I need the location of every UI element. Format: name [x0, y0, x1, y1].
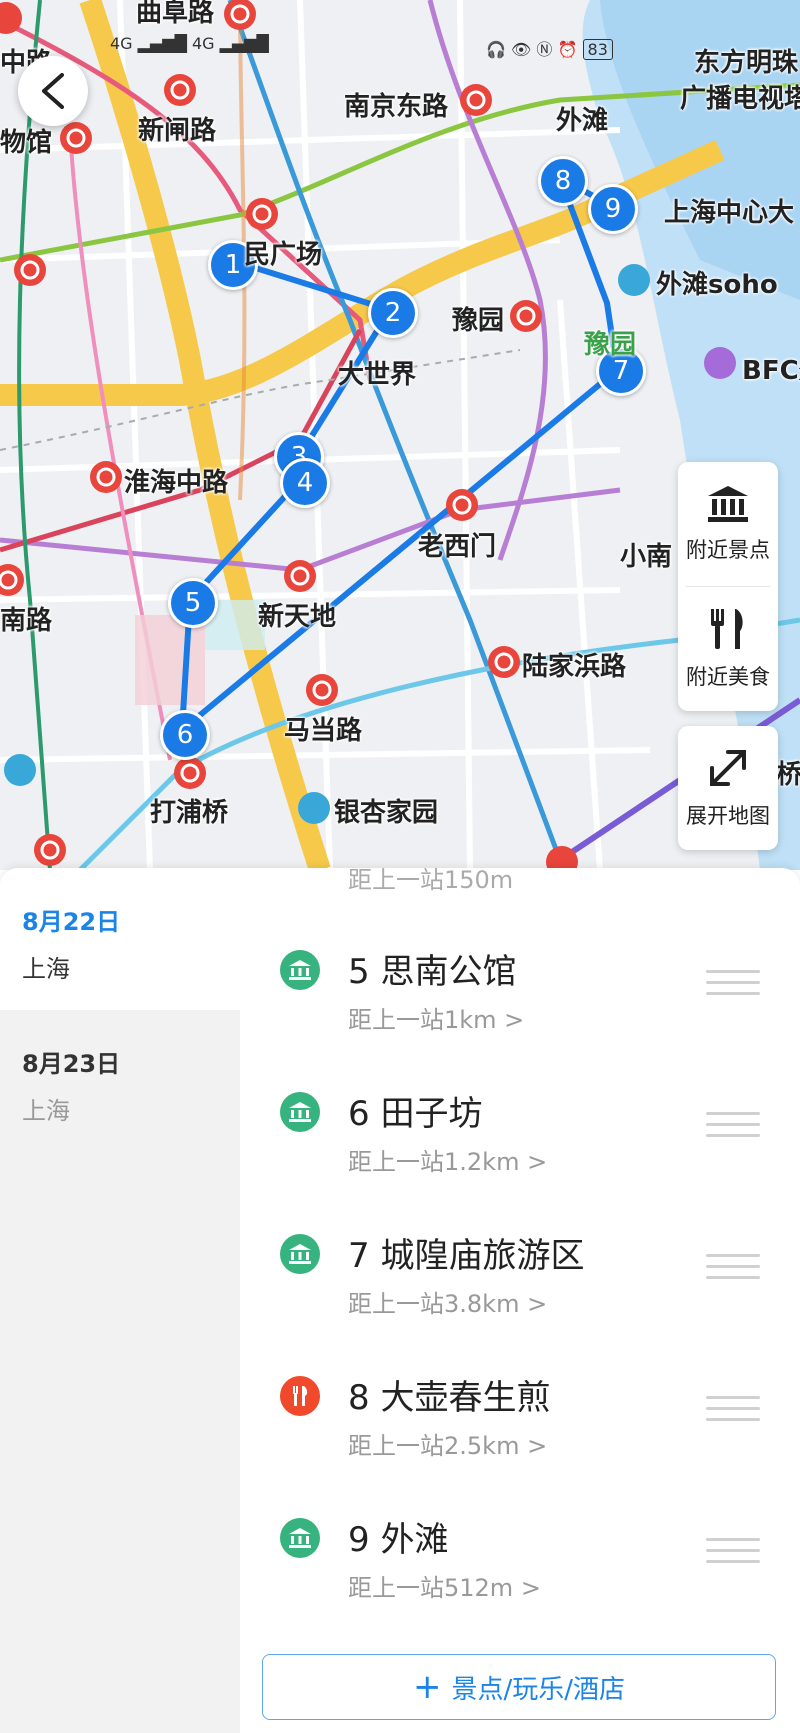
map-label: 东方明珠	[694, 48, 799, 78]
nearby-food-button[interactable]: 附近美食	[678, 587, 778, 711]
route-marker-4[interactable]: 4	[280, 458, 330, 508]
drag-handle-icon[interactable]	[706, 1112, 760, 1145]
list-item[interactable]: 9 外滩 距上一站512m >	[240, 1506, 800, 1648]
expand-map-label: 展开地图	[686, 804, 770, 828]
map-label: BFC外	[742, 356, 800, 386]
drag-handle-icon[interactable]	[706, 1538, 760, 1571]
stop-name: 9 外滩	[348, 1520, 449, 1560]
map-label: 陆家浜路	[522, 652, 627, 682]
map-label: 银杏家园	[334, 798, 439, 828]
map-label: 物馆	[0, 128, 53, 158]
stop-name: 8 大壶春生煎	[348, 1378, 551, 1418]
map-label: 豫园	[584, 330, 637, 360]
map-label: 新闸路	[138, 116, 217, 146]
nearby-sights-label: 附近景点	[686, 538, 770, 562]
fork-knife-icon	[711, 609, 743, 649]
restaurant-icon	[280, 1376, 320, 1416]
map-label: 打浦桥	[150, 798, 229, 828]
map-label: 外滩	[556, 106, 609, 136]
nearby-food-label: 附近美食	[686, 665, 770, 689]
map-label: 小南	[620, 542, 673, 572]
route-map[interactable]: 1 2 3 4 5 6 7 8 9 .mk { width:44px; heig…	[0, 0, 800, 870]
stop-distance[interactable]: 距上一站512m >	[348, 1568, 541, 1603]
status-icons: 🎧 👁 Ⓝ ⏰ 83	[486, 36, 613, 60]
stop-name: 5 思南公馆	[348, 952, 517, 992]
map-label: 豫园	[452, 306, 505, 336]
day-tab-1[interactable]: 8月22日 上海	[0, 868, 240, 1010]
map-label: 广播电视塔	[680, 84, 800, 114]
stop-distance[interactable]: 距上一站2.5km >	[348, 1426, 547, 1461]
stop-distance[interactable]: 距上一站1.2km >	[348, 1142, 547, 1177]
landmark-icon	[280, 1234, 320, 1274]
list-item[interactable]: 8 大壶春生煎 距上一站2.5km >	[240, 1364, 800, 1506]
map-label: 曲阜路	[136, 0, 215, 28]
route-marker-9[interactable]: 9	[588, 184, 638, 234]
landmark-icon	[280, 1518, 320, 1558]
itinerary-panel: 8月22日 上海 8月23日 上海 距上一站150m 5 思南公馆 距上一站1k…	[0, 868, 800, 1733]
route-marker-5[interactable]: 5	[168, 578, 218, 628]
add-place-button[interactable]: + 景点/玩乐/酒店	[262, 1654, 776, 1720]
stop-distance[interactable]: 距上一站3.8km >	[348, 1284, 547, 1319]
map-label: 老西门	[418, 532, 497, 562]
stop-list: 距上一站150m 5 思南公馆 距上一站1km > 6 田子坊 距上一站1.2k…	[240, 868, 800, 1733]
map-label: 桥	[776, 760, 800, 790]
status-signal: 4G ▂▄▆█ 4G ▂▄▆█	[110, 34, 269, 53]
map-label: 民广场	[244, 240, 323, 270]
landmark-icon	[280, 950, 320, 990]
stop-distance[interactable]: 距上一站1km >	[348, 1000, 524, 1035]
stop-name: 6 田子坊	[348, 1094, 483, 1134]
nearby-card: 附近景点 附近美食	[678, 462, 778, 711]
plus-icon: +	[412, 1667, 442, 1707]
route-marker-8[interactable]: 8	[538, 156, 588, 206]
map-label: 新天地	[258, 602, 337, 632]
drag-handle-icon[interactable]	[706, 970, 760, 1003]
previous-distance[interactable]: 距上一站150m	[348, 868, 513, 895]
day-tab-2[interactable]: 8月23日 上海	[0, 1010, 240, 1152]
route-marker-6[interactable]: 6	[160, 710, 210, 760]
stop-name: 7 城隍庙旅游区	[348, 1236, 585, 1276]
battery-level: 83	[582, 39, 613, 60]
list-item[interactable]: 5 思南公馆 距上一站1km >	[240, 938, 800, 1080]
add-place-label: 景点/玩乐/酒店	[451, 1674, 626, 1705]
drag-handle-icon[interactable]	[706, 1396, 760, 1429]
map-label: 南路	[0, 606, 53, 636]
back-button[interactable]	[18, 56, 88, 126]
day-date: 8月22日	[22, 908, 121, 936]
day-city: 上海	[22, 955, 70, 983]
expand-icon	[710, 750, 746, 786]
chevron-left-icon	[42, 73, 64, 109]
landmark-icon	[280, 1092, 320, 1132]
map-label: 上海中心大	[664, 198, 795, 228]
map-label: 外滩soho	[656, 270, 778, 300]
drag-handle-icon[interactable]	[706, 1254, 760, 1287]
route-marker-2[interactable]: 2	[368, 288, 418, 338]
list-item[interactable]: 6 田子坊 距上一站1.2km >	[240, 1080, 800, 1222]
map-label: 淮海中路	[124, 468, 229, 498]
expand-map-button[interactable]: 展开地图	[678, 726, 778, 850]
map-label: 南京东路	[344, 92, 449, 122]
list-item[interactable]: 7 城隍庙旅游区 距上一站3.8km >	[240, 1222, 800, 1364]
day-date: 8月23日	[22, 1050, 121, 1078]
map-label: 大世界	[338, 360, 417, 390]
day-list: 8月22日 上海 8月23日 上海	[0, 868, 240, 1733]
landmark-icon	[708, 486, 748, 522]
nearby-sights-button[interactable]: 附近景点	[678, 462, 778, 586]
day-city: 上海	[22, 1097, 70, 1125]
map-label: 马当路	[284, 716, 363, 746]
